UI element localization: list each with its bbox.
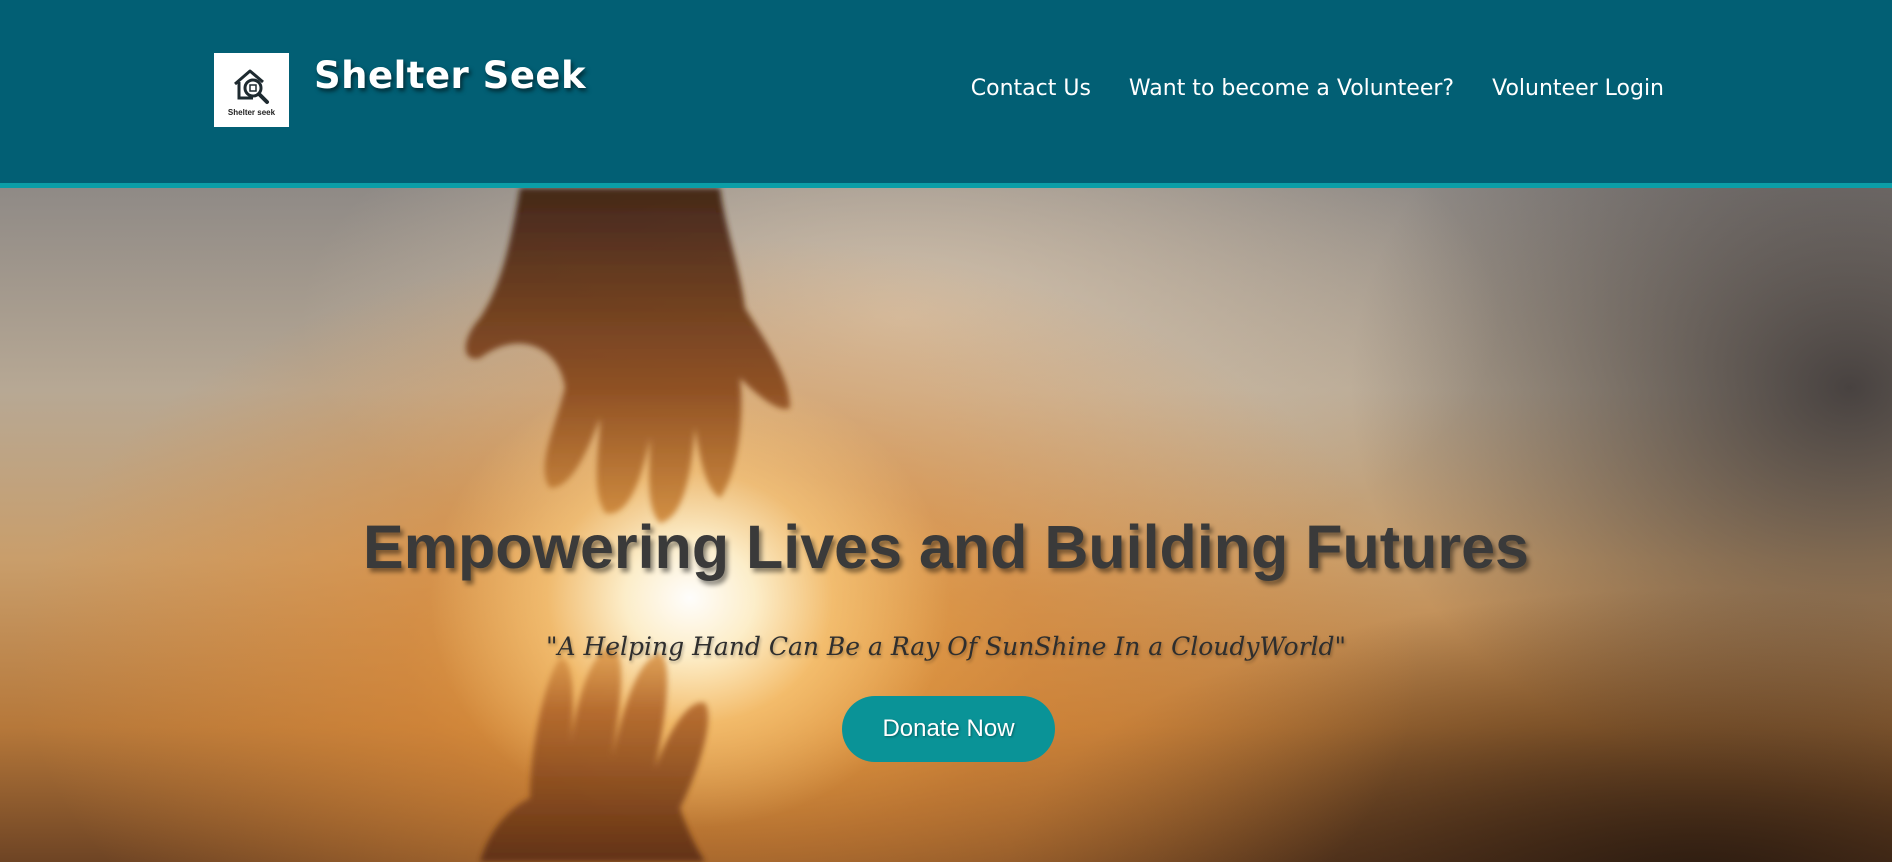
logo[interactable]: Shelter seek [214, 53, 289, 127]
site-header: Shelter seek Shelter Seek Contact Us Wan… [0, 0, 1892, 183]
nav-contact-us[interactable]: Contact Us [971, 76, 1091, 101]
nav-become-volunteer[interactable]: Want to become a Volunteer? [1129, 76, 1454, 101]
main-nav: Contact Us Want to become a Volunteer? V… [971, 76, 1664, 101]
donate-button[interactable]: Donate Now [842, 696, 1055, 762]
brand-title[interactable]: Shelter Seek [314, 54, 586, 97]
hero-headline: Empowering Lives and Building Futures [363, 513, 1529, 581]
hero-tagline: "A Helping Hand Can Be a Ray Of SunShine… [545, 632, 1347, 661]
logo-caption: Shelter seek [227, 107, 276, 117]
house-magnifier-icon [233, 69, 269, 104]
hero-banner: Empowering Lives and Building Futures "A… [0, 188, 1892, 862]
nav-volunteer-login[interactable]: Volunteer Login [1492, 76, 1664, 101]
